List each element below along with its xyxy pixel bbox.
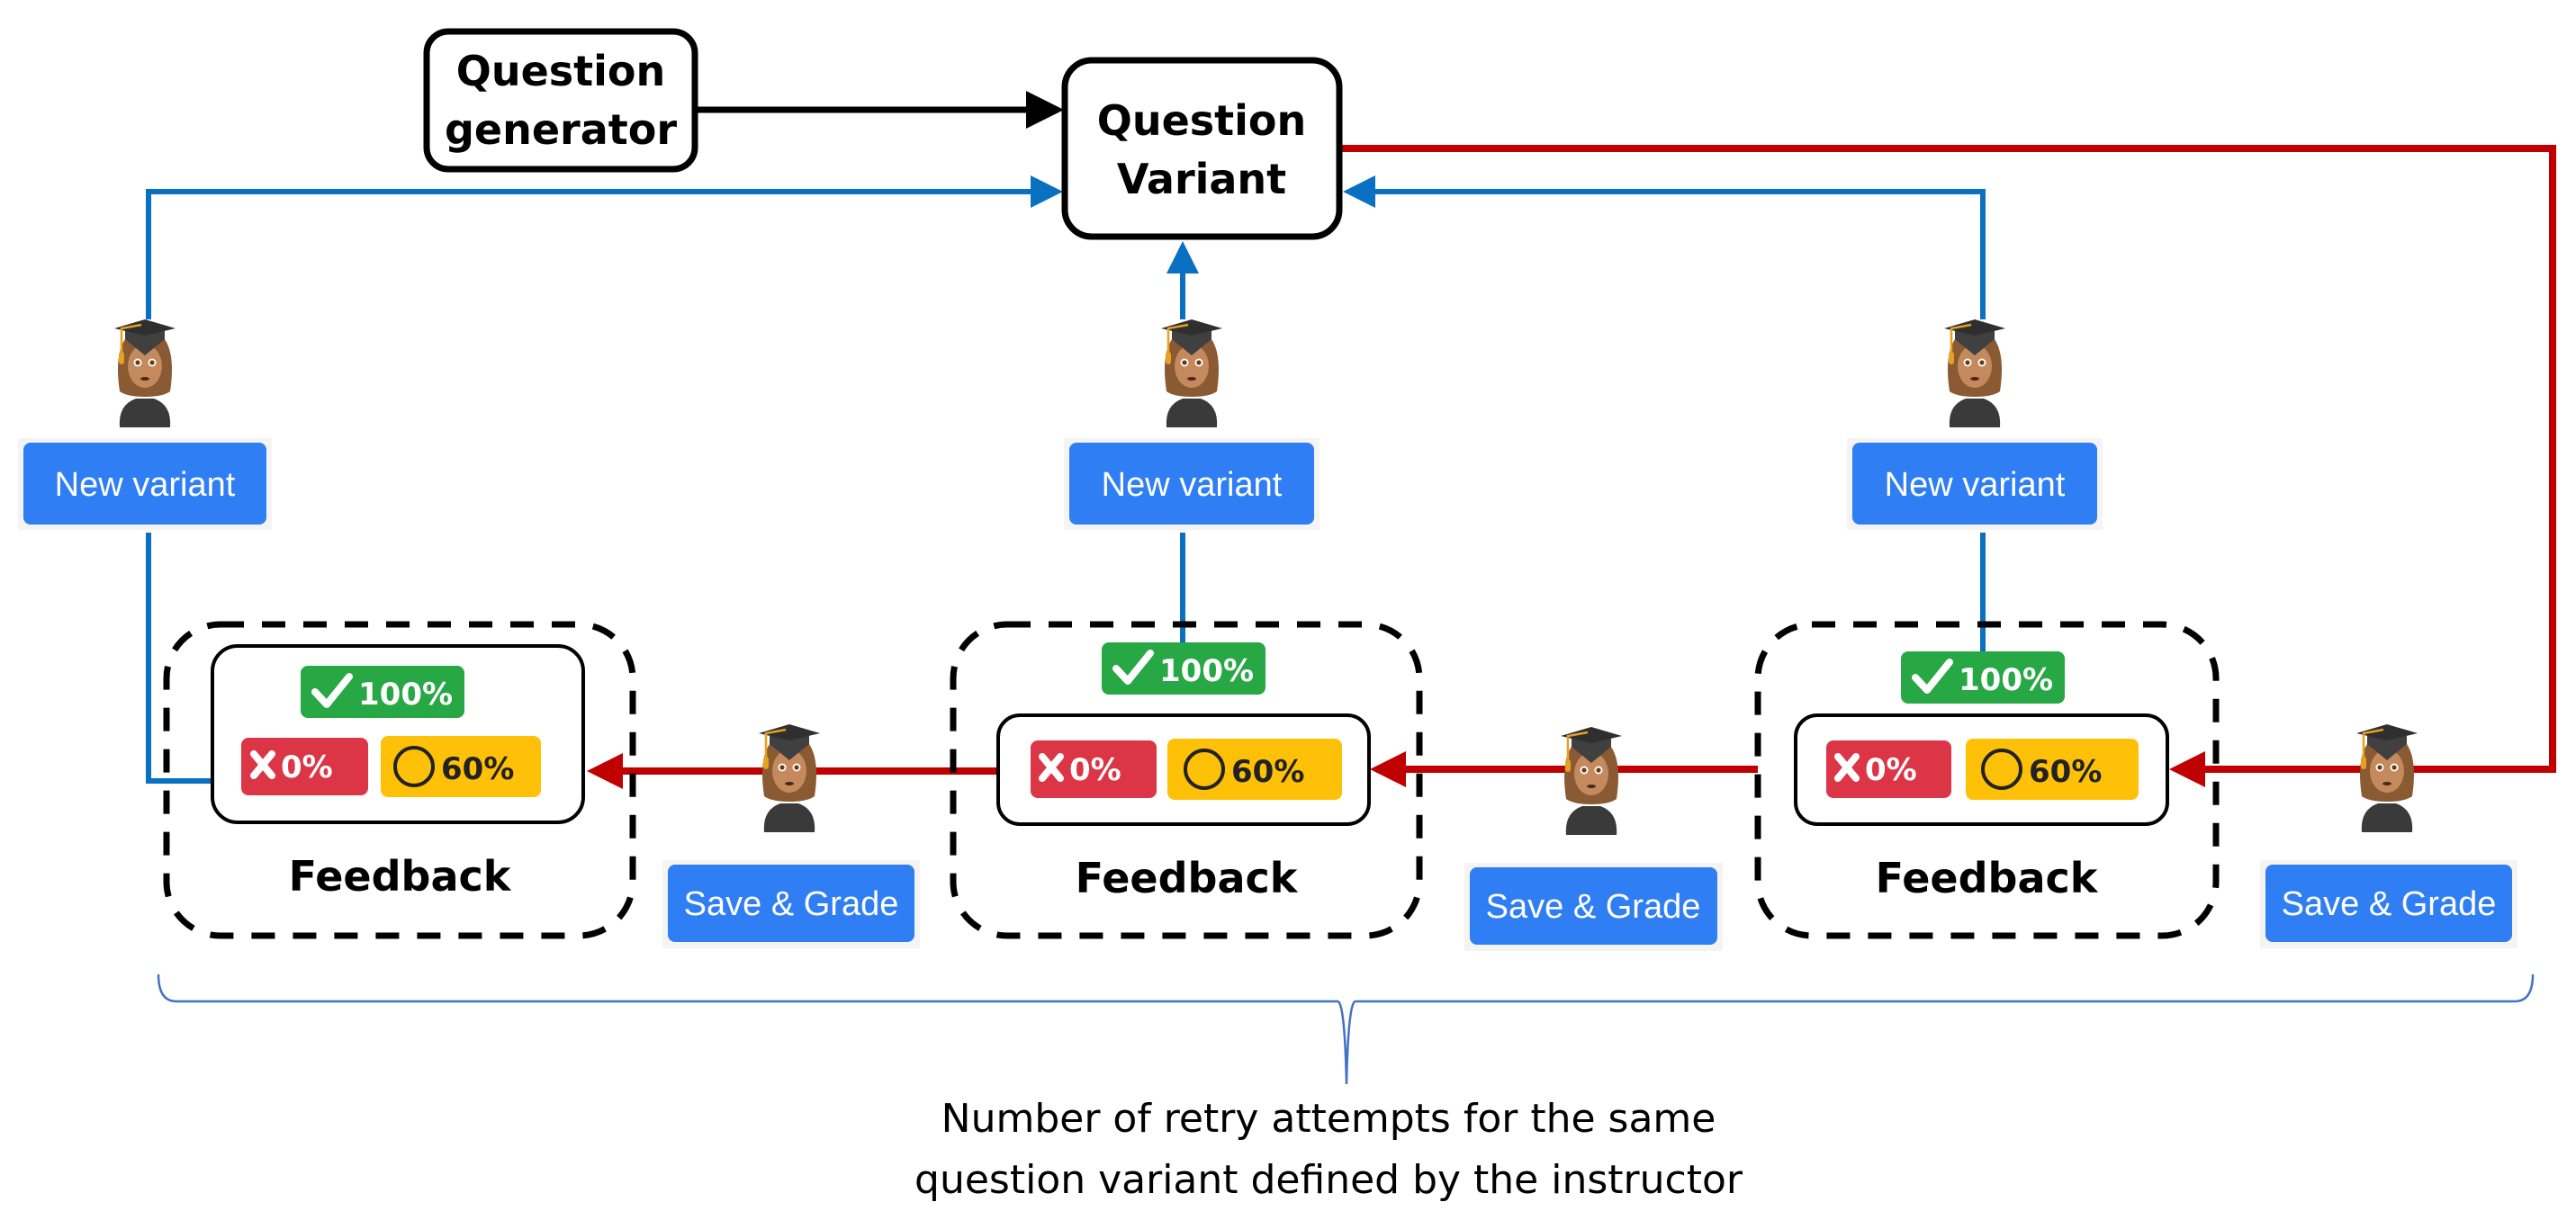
new-variant-group-1: New variant bbox=[18, 318, 272, 530]
save-grade-button[interactable]: Save & Grade bbox=[1470, 867, 1717, 945]
new-variant-label: New variant bbox=[55, 466, 236, 504]
save-grade-label: Save & Grade bbox=[1486, 888, 1701, 926]
new-variant-group-2: New variant bbox=[1064, 318, 1320, 530]
feedback-label: Feedback bbox=[1076, 854, 1299, 902]
correct-score: 100% bbox=[1159, 653, 1254, 689]
save-grade-label: Save & Grade bbox=[684, 885, 899, 923]
feedback-block-2: 100% 0% 60% Feedback bbox=[950, 621, 1423, 939]
wrong-score: 0% bbox=[1865, 752, 1917, 788]
new-variant-path-1 bbox=[146, 533, 212, 784]
student-graduate-icon bbox=[1159, 318, 1224, 429]
student-graduate-icon bbox=[113, 318, 177, 429]
new-variant-arrow-1 bbox=[146, 175, 1063, 319]
feedback-block-3: 100% 0% 60% Feedback bbox=[1754, 621, 2220, 939]
question-generator-node: Question generator bbox=[423, 28, 698, 173]
wrong-badge: 0% bbox=[1826, 740, 1951, 798]
question-generator-line2: generator bbox=[445, 105, 677, 154]
wrong-badge: 0% bbox=[1031, 740, 1157, 798]
partial-badge: 60% bbox=[1167, 739, 1342, 800]
new-variant-button[interactable]: New variant bbox=[23, 443, 266, 525]
feedback-label: Feedback bbox=[1876, 854, 2099, 902]
correct-score: 100% bbox=[1959, 662, 2053, 698]
correct-badge: 100% bbox=[301, 666, 464, 718]
question-generator-line1: Question bbox=[456, 47, 666, 95]
save-grade-group-1: Save & Grade bbox=[662, 722, 920, 948]
new-variant-label: New variant bbox=[1102, 466, 1283, 504]
partial-score: 60% bbox=[2029, 754, 2102, 790]
save-grade-label: Save & Grade bbox=[2282, 885, 2497, 923]
partial-badge: 60% bbox=[1966, 739, 2139, 800]
correct-score: 100% bbox=[358, 677, 453, 713]
student-graduate-icon bbox=[1559, 725, 1624, 837]
save-grade-group-2: Save & Grade bbox=[1464, 725, 1723, 951]
student-graduate-icon bbox=[2355, 722, 2419, 834]
question-variant-line2: Variant bbox=[1117, 155, 1286, 203]
question-variant-node: Question Variant bbox=[1061, 57, 1343, 240]
student-graduate-icon bbox=[1942, 318, 2007, 429]
student-graduate-icon bbox=[757, 722, 822, 834]
partial-score: 60% bbox=[441, 751, 514, 787]
wrong-score: 0% bbox=[1069, 752, 1121, 788]
wrong-score: 0% bbox=[281, 749, 333, 785]
new-variant-label: New variant bbox=[1885, 466, 2066, 504]
partial-badge: 60% bbox=[381, 736, 541, 797]
new-variant-button[interactable]: New variant bbox=[1069, 443, 1314, 525]
save-grade-button[interactable]: Save & Grade bbox=[668, 865, 914, 942]
new-variant-button[interactable]: New variant bbox=[1852, 443, 2097, 525]
feedback-label: Feedback bbox=[289, 852, 512, 901]
save-grade-group-3: Save & Grade bbox=[2260, 722, 2517, 948]
question-variant-line1: Question bbox=[1097, 96, 1307, 145]
retry-range-brace bbox=[157, 973, 2535, 1085]
partial-score: 60% bbox=[1231, 754, 1304, 790]
feedback-block-1: 100% 0% 60% Feedback bbox=[163, 621, 636, 939]
retry-flow-diagram: Question generator Question Variant New … bbox=[18, 28, 2556, 1203]
correct-badge: 100% bbox=[1901, 651, 2065, 704]
save-grade-button[interactable]: Save & Grade bbox=[2265, 865, 2512, 942]
wrong-badge: 0% bbox=[241, 738, 368, 795]
correct-badge: 100% bbox=[1102, 642, 1265, 695]
caption-line-2: question variant defined by the instruct… bbox=[914, 1157, 1743, 1203]
new-variant-arrow-3 bbox=[1343, 175, 1986, 319]
caption-line-1: Number of retry attempts for the same bbox=[941, 1096, 1716, 1142]
new-variant-group-3: New variant bbox=[1847, 318, 2103, 530]
